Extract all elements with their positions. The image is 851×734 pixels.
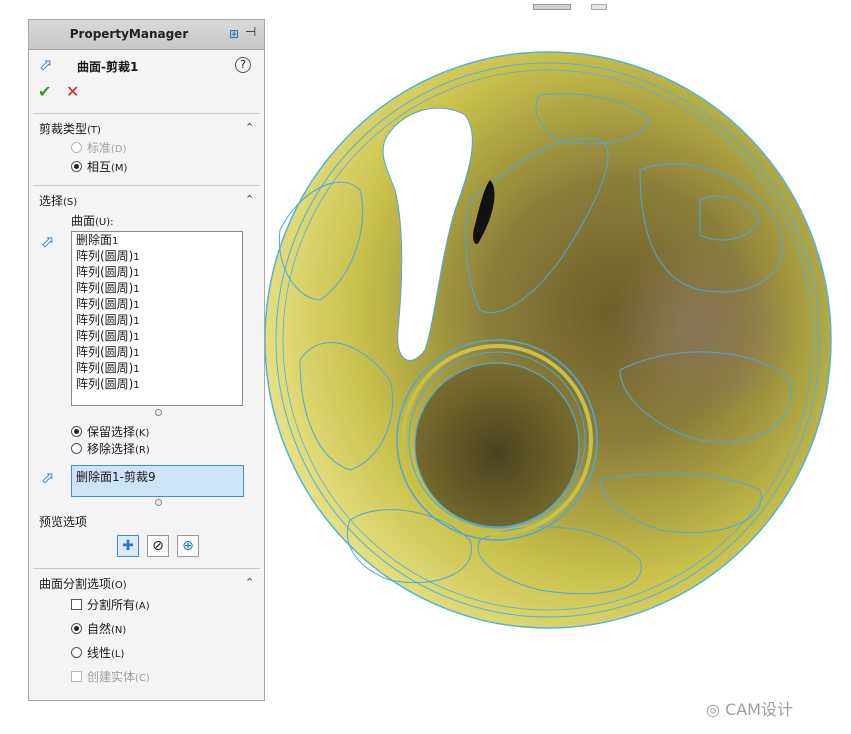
expand-icon[interactable]: ⊞ [229,27,243,41]
selections-section-header[interactable]: 选择(S) [39,192,77,209]
list-item[interactable]: 阵列(圆周)1 [72,376,242,392]
list-item[interactable]: 阵列(圆周)1 [72,264,242,280]
list-item[interactable]: 阵列(圆周)1 [72,328,242,344]
keep-selection-label: 保留选择(K) [87,425,150,439]
property-manager-panel: PropertyManager ⊞ ⊣ ⬀ 曲面-剪裁1 ? ✔ ✕ 剪裁类型(… [28,19,265,701]
radio-linear[interactable] [71,647,82,658]
show-both-button[interactable]: ⊕ [177,535,199,557]
trim-type-key: (T) [87,125,101,136]
selections-title: 选择 [39,194,64,208]
help-icon[interactable]: ? [235,57,251,73]
trim-type-title: 剪裁类型 [39,122,88,136]
remove-selection-label: 移除选择(R) [87,442,150,456]
pin-icon[interactable]: ⊣ [245,25,256,40]
weibo-icon: ◎ [706,700,720,719]
create-solid-label: 创建实体(C) [87,670,150,684]
divider [33,568,260,569]
split-all-checkbox[interactable] [71,599,82,610]
split-options-section-header[interactable]: 曲面分割选项(O) [39,575,127,592]
trim-type-section-header[interactable]: 剪裁类型(T) [39,120,101,137]
split-all-label: 分割所有(A) [87,598,150,612]
list-item[interactable]: 阵列(圆周)1 [72,360,242,376]
divider [33,113,260,114]
list-resize-handle[interactable] [155,409,162,416]
trim-surface-icon: ⬀ [39,55,53,74]
feature-title: 曲面-剪裁1 [77,60,139,74]
surfaces-list[interactable]: 删除面1 阵列(圆周)1 阵列(圆周)1 阵列(圆周)1 阵列(圆周)1 阵列(… [71,231,243,406]
ok-button[interactable]: ✔ [38,82,51,101]
pieces-selection-icon: ⬀ [41,468,55,487]
list-item[interactable]: 阵列(圆周)1 [72,248,242,264]
list-resize-handle[interactable] [155,499,162,506]
radio-remove-selection[interactable] [71,443,82,454]
radio-natural[interactable] [71,623,82,634]
list-item[interactable]: 阵列(圆周)1 [72,280,242,296]
standard-label: 标准(D) [87,141,127,155]
split-options-key: (O) [111,580,127,591]
split-options-title: 曲面分割选项 [39,577,112,591]
list-item[interactable]: 阵列(圆周)1 [72,344,242,360]
show-excluded-button[interactable]: ⊘ [147,535,169,557]
radio-mutual[interactable] [71,161,82,172]
selections-key: (S) [63,197,78,208]
collapse-chevron-icon[interactable]: ⌃ [245,576,254,589]
pieces-selection-box[interactable]: 删除面1-剪裁9 [71,465,244,497]
create-solid-checkbox[interactable] [71,671,82,682]
watermark: ◎ CAM设计 [706,696,793,720]
surface-selection-icon: ⬀ [41,232,55,251]
watermark-text: CAM设计 [725,700,793,719]
surfaces-label: 曲面(U): [71,214,114,228]
radio-keep-selection[interactable] [71,426,82,437]
view-toolbar-fragment[interactable] [533,0,607,13]
list-item[interactable]: 阵列(圆周)1 [72,296,242,312]
collapse-chevron-icon[interactable]: ⌃ [245,193,254,206]
list-item[interactable]: 阵列(圆周)1 [72,312,242,328]
mutual-label: 相互(M) [87,160,128,174]
list-item[interactable]: 删除面1 [72,232,242,248]
linear-label: 线性(L) [87,646,125,660]
cancel-button[interactable]: ✕ [66,82,79,101]
property-manager-title: PropertyManager [69,27,189,41]
natural-label: 自然(N) [87,622,127,636]
preview-options-label: 预览选项 [39,515,88,529]
radio-standard[interactable] [71,142,82,153]
show-included-button[interactable]: ✚ [117,535,139,557]
collapse-chevron-icon[interactable]: ⌃ [245,121,254,134]
divider [33,185,260,186]
property-manager-header: PropertyManager ⊞ ⊣ [29,20,264,50]
